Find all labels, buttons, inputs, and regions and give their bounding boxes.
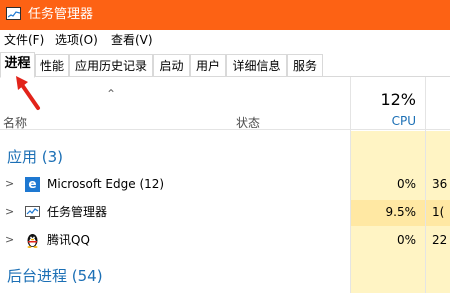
tab-bar: 进程 性能 应用历史记录 启动 用户 详细信息 服务: [0, 51, 450, 78]
tab-services[interactable]: 服务: [287, 54, 323, 77]
menu-options[interactable]: 选项(O): [55, 33, 98, 47]
tab-performance[interactable]: 性能: [35, 54, 69, 77]
title-bar: 任务管理器: [0, 0, 450, 30]
process-cpu: 0%: [396, 233, 416, 247]
window-title: 任务管理器: [28, 7, 94, 22]
menu-bar: 文件(F) 选项(O) 查看(V): [0, 30, 450, 50]
column-header-cpu[interactable]: CPU: [352, 114, 416, 128]
edge-icon: e: [25, 177, 40, 192]
qq-penguin-icon: [27, 234, 38, 248]
process-memory: 22: [432, 233, 448, 247]
task-manager-icon: [25, 206, 40, 219]
process-row[interactable]: > 腾讯QQ 0% 22: [0, 228, 450, 254]
column-header-status[interactable]: 状态: [236, 114, 260, 131]
process-row[interactable]: > 任务管理器 9.5% 1(: [0, 200, 450, 226]
tab-app-history[interactable]: 应用历史记录: [69, 54, 153, 77]
annotation-arrow-icon: [16, 76, 40, 110]
process-cpu: 0%: [396, 177, 416, 191]
process-row[interactable]: > e Microsoft Edge (12) 0% 36: [0, 172, 450, 198]
cpu-total-percent[interactable]: 12%: [352, 90, 416, 109]
menu-view[interactable]: 查看(V): [111, 33, 153, 47]
tab-users[interactable]: 用户: [190, 54, 226, 77]
process-name: Microsoft Edge (12): [47, 177, 165, 191]
menu-file[interactable]: 文件(F): [4, 33, 44, 47]
group-header-background-processes: 后台进程 (54): [7, 267, 103, 285]
group-header-apps: 应用 (3): [7, 148, 64, 166]
expand-chevron-icon[interactable]: >: [5, 178, 14, 190]
process-cpu: 9.5%: [385, 205, 417, 219]
expand-chevron-icon[interactable]: >: [5, 206, 14, 218]
process-memory: 36: [432, 177, 448, 191]
task-manager-app-icon: [6, 7, 21, 20]
expand-chevron-icon[interactable]: >: [5, 234, 14, 246]
process-memory: 1(: [432, 205, 445, 219]
tab-startup[interactable]: 启动: [153, 54, 190, 77]
sort-up-chevron-icon[interactable]: ⌃: [106, 88, 116, 100]
process-name: 任务管理器: [47, 205, 108, 219]
process-name: 腾讯QQ: [47, 233, 90, 247]
tab-processes[interactable]: 进程: [0, 52, 35, 78]
column-header-name[interactable]: 名称: [3, 114, 27, 131]
tab-details[interactable]: 详细信息: [226, 54, 287, 77]
